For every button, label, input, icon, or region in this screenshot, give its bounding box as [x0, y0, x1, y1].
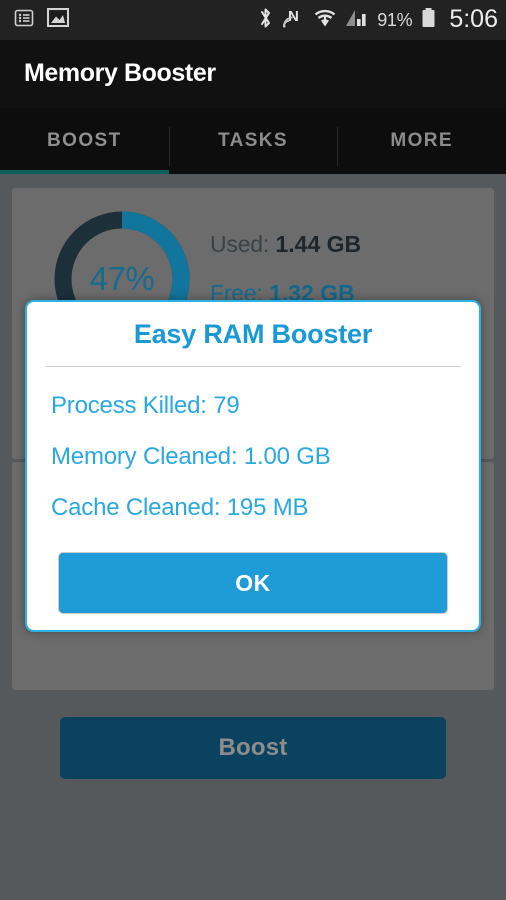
nfc-icon: N [282, 7, 304, 34]
memory-free-row: Free: 1.32 GB [210, 280, 361, 307]
memory-free-label: Free: [210, 280, 263, 306]
tab-more[interactable]: MORE [337, 108, 506, 174]
memory-free-value: 1.32 GB [269, 280, 355, 306]
clock: 5:06 [449, 4, 498, 33]
main-content: 47% Used: 1.44 GB Free: 1.32 GB Boost [0, 174, 506, 900]
memory-used-label: Used: [210, 231, 270, 257]
tab-boost[interactable]: BOOST [0, 108, 169, 174]
boost-button[interactable]: Boost [60, 717, 446, 779]
secondary-card [12, 462, 494, 690]
svg-text:N: N [288, 8, 299, 25]
memory-gauge: 47% [49, 206, 195, 352]
memory-percent-label: 47% [89, 260, 155, 297]
memory-used-value: 1.44 GB [275, 231, 362, 257]
tab-more-label: MORE [390, 130, 453, 151]
status-bar-right-icons: N 91% 5:06 [258, 4, 498, 34]
signal-icon [346, 8, 368, 33]
boost-button-label: Boost [218, 734, 288, 761]
status-bar: N 91% 5:06 [0, 0, 506, 40]
image-icon [47, 7, 69, 33]
status-bar-left-icons [14, 7, 69, 33]
battery-percent: 91% [377, 9, 413, 30]
tab-tasks-label: TASKS [218, 130, 288, 151]
wifi-icon [313, 7, 337, 34]
tab-boost-label: BOOST [47, 130, 122, 151]
memory-stats: Used: 1.44 GB Free: 1.32 GB [210, 231, 361, 307]
tab-tasks[interactable]: TASKS [168, 108, 338, 174]
battery-icon [421, 7, 436, 34]
memory-used-row: Used: 1.44 GB [210, 231, 361, 258]
app-bar: Memory Booster [0, 40, 506, 108]
notification-list-icon [14, 8, 34, 33]
page-title: Memory Booster [24, 59, 216, 87]
bluetooth-icon [258, 7, 273, 34]
memory-card: 47% Used: 1.44 GB Free: 1.32 GB [12, 188, 494, 459]
tab-bar: BOOST TASKS MORE [0, 108, 506, 174]
